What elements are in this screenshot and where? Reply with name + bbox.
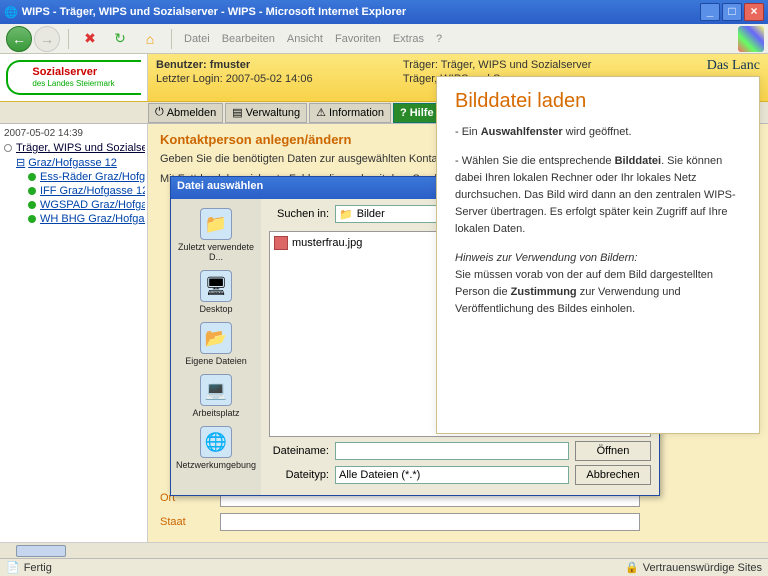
back-button[interactable]: ←	[6, 26, 32, 52]
windows-flag-icon	[738, 26, 764, 52]
tree-item[interactable]: ⊟Graz/Hofgasse 12	[2, 155, 145, 170]
place-network[interactable]: 🌐Netzwerkumgebung	[176, 423, 256, 473]
traeger-line1: Träger: Träger, WIPS und Sozialserver	[403, 58, 680, 72]
tree-item[interactable]: WH BHG Graz/Hofgasse 12 - W	[2, 212, 145, 226]
tab-information[interactable]: ⚠Information	[309, 103, 391, 123]
tab-abmelden[interactable]: ⏻Abmelden	[148, 103, 223, 123]
place-recent[interactable]: 📁Zuletzt verwendete D...	[176, 205, 256, 265]
computer-icon: 💻	[200, 374, 232, 406]
separator	[171, 29, 172, 49]
window-title: WIPS - Träger, WIPS und Sozialserver - W…	[18, 6, 698, 18]
minus-icon: ⊟	[16, 156, 25, 169]
power-icon: ⏻	[155, 106, 164, 119]
dot-icon	[28, 187, 36, 195]
menu-favoriten[interactable]: Favoriten	[335, 33, 381, 45]
close-button[interactable]: ×	[744, 3, 764, 21]
dot-icon	[28, 201, 36, 209]
tree-item[interactable]: WGSPAD Graz/Hofgasse 12 - W	[2, 198, 145, 212]
separator	[68, 29, 69, 49]
tab-verwaltung[interactable]: ▤Verwaltung	[225, 103, 307, 123]
header-user-info: Benutzer: fmuster Letzter Login: 2007-05…	[148, 54, 395, 101]
help-p2: - Wählen Sie die entsprechende Bilddatei…	[455, 153, 741, 238]
sidebar: 2007-05-02 14:39 Träger, WIPS und Sozial…	[0, 124, 148, 558]
tree-root[interactable]: Träger, WIPS und Sozialserver	[2, 141, 145, 155]
forward-button: →	[34, 26, 60, 52]
menu-help[interactable]: ?	[436, 33, 442, 45]
tree-item[interactable]: IFF Graz/Hofgasse 12 -	[2, 184, 145, 198]
open-button[interactable]: Öffnen	[575, 441, 651, 461]
user-label: Benutzer: fmuster	[156, 58, 387, 72]
desktop-icon: 🖥	[200, 270, 232, 302]
doc-icon: ▤	[232, 106, 242, 119]
refresh-button[interactable]: ↻	[109, 28, 131, 50]
lookin-label: Suchen in:	[269, 208, 329, 220]
app-icon: 🌐	[4, 6, 18, 19]
node-icon	[4, 144, 12, 152]
tree-item[interactable]: Ess-Räder Graz/Hofgasse 12 -	[2, 170, 145, 184]
filetype-combo[interactable]: Alle Dateien (*.*)	[335, 466, 569, 484]
staat-label: Staat	[160, 516, 220, 528]
menu-ansicht[interactable]: Ansicht	[287, 33, 323, 45]
recent-icon: 📁	[200, 208, 232, 240]
maximize-button[interactable]: □	[722, 3, 742, 21]
help-panel: Bilddatei laden - Ein Auswahlfenster wir…	[436, 76, 760, 434]
statusbar: 📄 Fertig 🔒 Vertrauenswürdige Sites	[0, 558, 768, 576]
menu-datei[interactable]: Datei	[184, 33, 210, 45]
help-icon: ?	[400, 107, 407, 119]
status-text: Fertig	[24, 562, 52, 574]
zone-text: Vertrauenswürdige Sites	[643, 562, 762, 574]
field-staat: Staat	[160, 513, 756, 531]
dot-icon	[28, 173, 36, 181]
last-login: Letzter Login: 2007-05-02 14:06	[156, 72, 387, 86]
logo: Sozialserver des Landes Steiermark	[0, 54, 148, 101]
tab-hilfe[interactable]: ?Hilfe	[393, 103, 441, 123]
minimize-button[interactable]: _	[700, 3, 720, 21]
image-file-icon	[274, 236, 288, 250]
places-bar: 📁Zuletzt verwendete D... 🖥Desktop 📂Eigen…	[171, 199, 261, 495]
stop-button[interactable]: ✖	[79, 28, 101, 50]
scroll-thumb[interactable]	[16, 545, 66, 557]
network-icon: 🌐	[200, 426, 232, 458]
place-desktop[interactable]: 🖥Desktop	[176, 267, 256, 317]
folder-icon: 📁	[339, 208, 353, 221]
info-icon: ⚠	[316, 106, 326, 119]
horizontal-scrollbar[interactable]	[0, 542, 768, 558]
logo-subtitle: des Landes Steiermark	[32, 79, 114, 88]
filename-input[interactable]	[335, 442, 569, 460]
menu-bearbeiten[interactable]: Bearbeiten	[222, 33, 275, 45]
logo-text: Sozialserver	[32, 66, 97, 78]
help-p3: Hinweis zur Verwendung von Bildern:Sie m…	[455, 250, 741, 318]
menu-extras[interactable]: Extras	[393, 33, 424, 45]
folder-icon: 📂	[200, 322, 232, 354]
sidebar-timestamp: 2007-05-02 14:39	[2, 126, 145, 141]
dot-icon	[28, 215, 36, 223]
cancel-button[interactable]: Abbrechen	[575, 465, 651, 485]
lock-icon: 🔒	[625, 561, 639, 574]
staat-input[interactable]	[220, 513, 640, 531]
filename-label: Dateiname:	[269, 445, 329, 457]
place-computer[interactable]: 💻Arbeitsplatz	[176, 371, 256, 421]
help-p1: - Ein Auswahlfenster wird geöffnet.	[455, 124, 741, 141]
window-titlebar: 🌐 WIPS - Träger, WIPS und Sozialserver -…	[0, 0, 768, 24]
home-button[interactable]: ⌂	[139, 28, 161, 50]
browser-toolbar: ← → ✖ ↻ ⌂ Datei Bearbeiten Ansicht Favor…	[0, 24, 768, 54]
help-title: Bilddatei laden	[455, 93, 741, 110]
place-documents[interactable]: 📂Eigene Dateien	[176, 319, 256, 369]
status-icon: 📄	[6, 561, 20, 574]
filetype-label: Dateityp:	[269, 469, 329, 481]
